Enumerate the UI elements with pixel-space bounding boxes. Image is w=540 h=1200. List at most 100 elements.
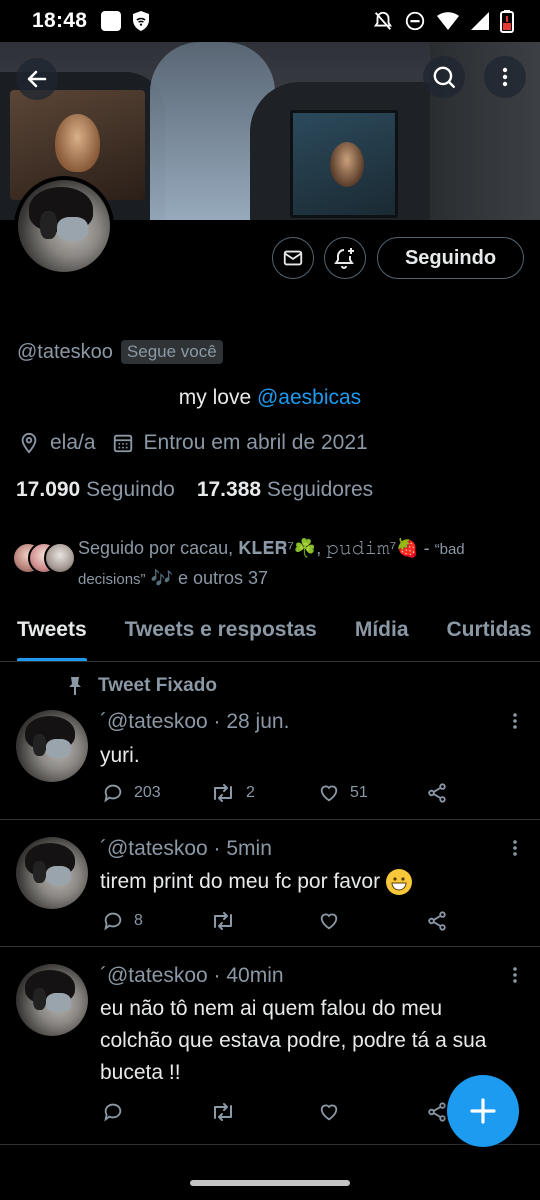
- status-time: 18:48: [32, 9, 88, 32]
- follow-counts: 17.090 Seguindo 17.388 Seguidores: [16, 478, 373, 502]
- handle-row: @tateskoo Segue você: [17, 340, 223, 364]
- tweet-card[interactable]: ´@tateskoo · 5min tirem print do meu fc …: [0, 820, 540, 947]
- retweet-count: 2: [246, 784, 255, 801]
- share-button[interactable]: [426, 910, 534, 932]
- more-options-button[interactable]: [484, 56, 526, 98]
- followed-by-row[interactable]: Seguido por cacau, 𝐊𝐋𝐄𝐑⁷☘️, 𝚙𝚞𝚍𝚒𝚖⁷🍓 - “b…: [12, 534, 532, 594]
- status-bar: 18:48: [0, 0, 540, 42]
- envelope-icon: [283, 250, 303, 266]
- followed-by-line1-small: “bad: [434, 541, 465, 558]
- tweet-text: eu não tô nem ai quem falou do meu colch…: [100, 997, 487, 1084]
- tweet-text: yuri.: [100, 744, 140, 767]
- retweet-button[interactable]: [210, 1101, 318, 1123]
- bio-mention-link[interactable]: @aesbicas: [257, 386, 361, 409]
- reply-icon: [104, 912, 122, 931]
- do-not-disturb-icon: [405, 11, 425, 31]
- reply-count: 8: [134, 912, 143, 929]
- followers-count: 17.388: [196, 478, 262, 501]
- retweet-icon: [214, 912, 232, 930]
- location-text: ela/a: [50, 431, 96, 454]
- heart-icon: [320, 1104, 338, 1121]
- followed-by-line1: Seguido por cacau, 𝐊𝐋𝐄𝐑⁷☘️, 𝚙𝚞𝚍𝚒𝚖⁷🍓 -: [78, 538, 435, 558]
- tweet-text-content: tirem print do meu fc por favor: [100, 870, 381, 893]
- search-button[interactable]: [423, 56, 465, 98]
- tab-media[interactable]: Mídia: [355, 610, 409, 661]
- follows-you-badge: Segue você: [120, 340, 223, 364]
- reply-button[interactable]: 203: [102, 782, 210, 804]
- reply-count: 203: [134, 784, 161, 801]
- home-indicator[interactable]: [190, 1180, 350, 1186]
- tweet-header[interactable]: ´@tateskoo · 28 jun.: [100, 710, 289, 734]
- retweet-icon: [214, 784, 232, 802]
- calendar-icon: [113, 434, 132, 453]
- signal-icon: [471, 12, 489, 30]
- following-count-link[interactable]: 17.090 Seguindo: [16, 478, 175, 502]
- tweet-header[interactable]: ´@tateskoo · 40min: [100, 964, 284, 988]
- location-pin-icon: [21, 432, 37, 454]
- tab-label: Tweets e respostas: [124, 618, 317, 641]
- shield-wifi-icon: [133, 11, 150, 31]
- reply-button[interactable]: 8: [102, 910, 210, 932]
- following-count: 17.090: [16, 478, 81, 501]
- more-vertical-icon: [502, 67, 508, 87]
- reply-icon: [104, 784, 122, 803]
- tweet-more-icon[interactable]: [512, 966, 518, 984]
- following-button[interactable]: Seguindo: [377, 237, 524, 279]
- profile-meta: ela/a Entrou em abril de 2021: [18, 431, 384, 455]
- tab-likes[interactable]: Curtidas: [447, 610, 532, 661]
- bio-text: my love: [178, 386, 257, 409]
- grinning-face-emoji-icon: [385, 869, 412, 896]
- tweet-header[interactable]: ´@tateskoo · 5min: [100, 837, 272, 861]
- search-icon: [433, 66, 455, 88]
- share-icon: [428, 783, 446, 803]
- tweet-actions: 8: [102, 910, 534, 932]
- heart-icon: [320, 785, 338, 802]
- tweet-more-icon[interactable]: [512, 712, 518, 730]
- tweet-card[interactable]: ´@tateskoo · 28 jun. yuri. 203 2 51: [0, 662, 540, 820]
- joined-date: Entrou em abril de 2021: [143, 431, 368, 454]
- tweet-author-avatar[interactable]: [16, 964, 88, 1036]
- profile-avatar[interactable]: [14, 176, 114, 276]
- tab-label: Tweets: [17, 618, 87, 641]
- followed-by-avatars: [12, 542, 78, 574]
- like-button[interactable]: [318, 1101, 426, 1123]
- arrow-left-icon: [27, 70, 47, 88]
- reply-icon: [104, 1103, 122, 1122]
- tweet-text: tirem print do meu fc por favor: [100, 866, 500, 898]
- share-icon: [428, 1102, 446, 1122]
- notifications-button[interactable]: [324, 237, 366, 279]
- tab-label: Curtidas: [446, 618, 532, 641]
- heart-icon: [320, 913, 338, 930]
- wifi-icon: [437, 12, 459, 30]
- tweet-author-avatar[interactable]: [16, 837, 88, 909]
- followers-label: Seguidores: [266, 478, 374, 501]
- message-button[interactable]: [272, 237, 314, 279]
- bell-plus-icon: [334, 248, 354, 269]
- compose-tweet-button[interactable]: [447, 1075, 519, 1147]
- back-button[interactable]: [16, 58, 58, 100]
- tweet-actions: 203 2 51: [102, 782, 534, 804]
- retweet-button[interactable]: [210, 910, 318, 932]
- retweet-button[interactable]: 2: [210, 782, 318, 804]
- tab-tweets[interactable]: Tweets: [17, 610, 87, 661]
- tab-label: Mídia: [354, 618, 409, 641]
- profile-tabs: Tweets Tweets e respostas Mídia Curtidas: [0, 610, 540, 662]
- share-button[interactable]: [426, 782, 534, 804]
- tab-tweets-and-replies[interactable]: Tweets e respostas: [125, 610, 317, 661]
- notification-app-icon: [101, 11, 122, 31]
- like-button[interactable]: 51: [318, 782, 426, 804]
- reply-button[interactable]: [102, 1101, 210, 1123]
- followed-by-line2: 🎶 e outros 37: [145, 568, 269, 588]
- following-label: Seguindo: [86, 478, 175, 501]
- share-icon: [428, 911, 446, 931]
- tweet-author-avatar[interactable]: [16, 710, 88, 782]
- tweet-more-icon[interactable]: [512, 839, 518, 857]
- profile-bio: my love @aesbicas: [0, 386, 540, 410]
- retweet-icon: [214, 1103, 232, 1121]
- like-count: 51: [350, 784, 368, 801]
- mute-bell-icon: [373, 11, 393, 30]
- profile-handle: @tateskoo: [17, 340, 113, 363]
- followers-count-link[interactable]: 17.388 Seguidores: [197, 478, 373, 502]
- like-button[interactable]: [318, 910, 426, 932]
- plus-icon: [470, 1098, 496, 1124]
